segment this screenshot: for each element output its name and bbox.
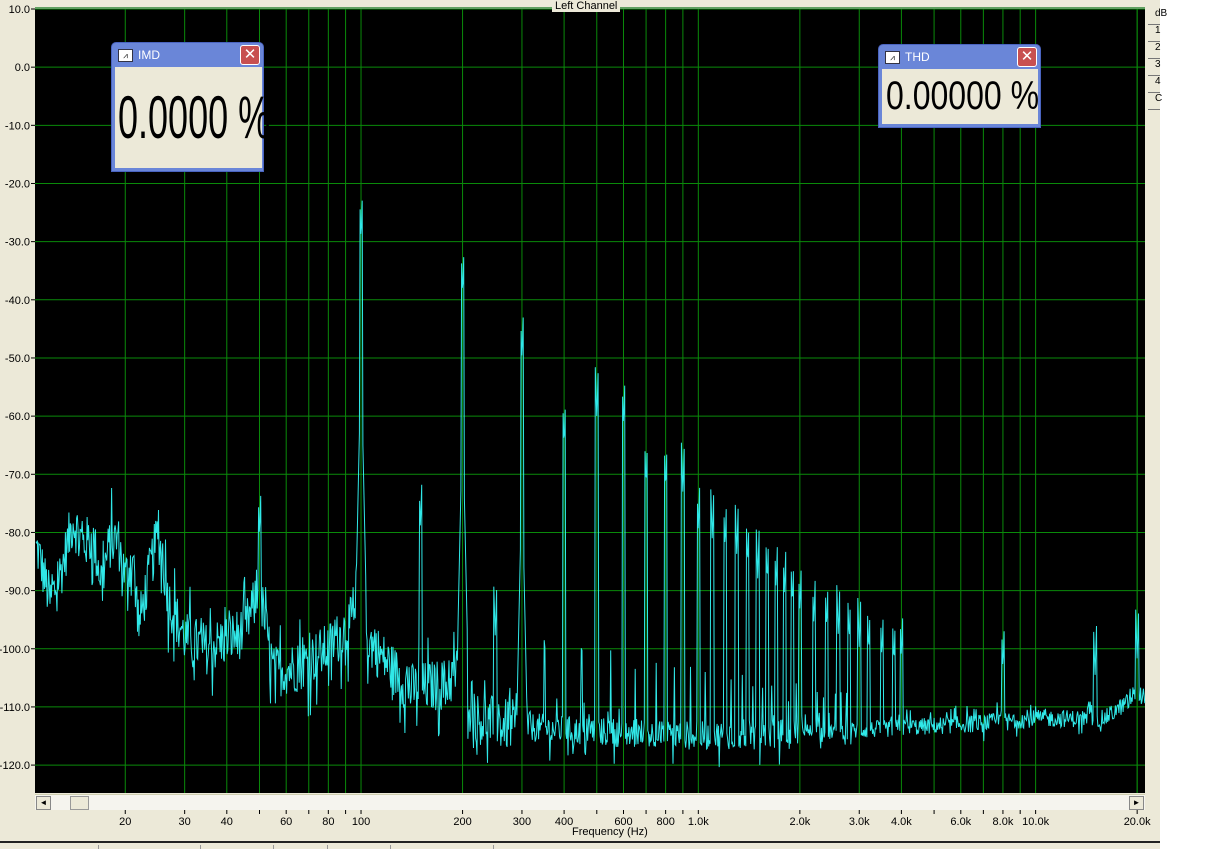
waveform-icon: ⩘	[118, 48, 133, 62]
y-tick-label: -120.0	[0, 760, 30, 772]
x-tick-label: 8.0k	[993, 816, 1014, 828]
y-tick-label: -110.0	[0, 702, 30, 714]
y-tick-label: -100.0	[0, 644, 30, 656]
x-tick-label: 20.0k	[1124, 816, 1151, 828]
status-divider	[200, 845, 201, 849]
x-tick-label: 80	[322, 816, 334, 828]
side-button-c[interactable]: C	[1148, 93, 1162, 110]
y-tick-label: -90.0	[5, 586, 30, 598]
imd-meter-window[interactable]: ⩘ IMD ✕ 0.0000 %	[111, 42, 270, 172]
y-tick-label: -80.0	[5, 527, 30, 539]
scroll-thumb[interactable]	[70, 796, 89, 810]
x-tick-label: 400	[555, 816, 573, 828]
status-divider	[390, 845, 391, 849]
y-tick-label: -20.0	[5, 178, 30, 190]
x-axis-title: Frequency (Hz)	[572, 826, 648, 838]
x-tick-label: 300	[513, 816, 531, 828]
side-button-1[interactable]: 1	[1148, 25, 1161, 42]
x-tick-label: 6.0k	[950, 816, 971, 828]
y-axis: 10.0 0.0 -10.0 -20.0 -30.0 -40.0 -50.0 -60.0 -70…	[0, 4, 35, 772]
x-tick-label: 3.0k	[849, 816, 870, 828]
x-tick-label: 40	[221, 816, 233, 828]
y-tick-label: -10.0	[5, 120, 30, 132]
imd-close-button[interactable]: ✕	[240, 45, 260, 65]
side-button-3[interactable]: 3	[1148, 59, 1161, 76]
horizontal-scrollbar[interactable]: ◄ ►	[35, 794, 1145, 810]
analyzer-window: Left Channel 10.0 0.0 -10.0 -20.0 -30.0 -40.0…	[0, 0, 1167, 849]
side-toolbar: dB 1 2 3 4 C	[1148, 8, 1167, 110]
status-bar	[0, 841, 1160, 843]
thd-close-button[interactable]: ✕	[1017, 47, 1037, 67]
scroll-right-button[interactable]: ►	[1129, 796, 1144, 810]
y-tick-label: -70.0	[5, 469, 30, 481]
x-tick-label: 30	[179, 816, 191, 828]
status-divider	[98, 845, 99, 849]
y-tick-label: -50.0	[5, 353, 30, 365]
side-button-2[interactable]: 2	[1148, 42, 1161, 59]
x-tick-label: 1.0k	[688, 816, 709, 828]
x-tick-label: 60	[280, 816, 292, 828]
side-button-db[interactable]: dB	[1148, 8, 1167, 25]
y-tick-label: 10.0	[9, 4, 30, 16]
thd-meter-window[interactable]: ⩘ THD ✕ 0.00000 %	[878, 44, 1041, 128]
y-tick-label: -40.0	[5, 295, 30, 307]
status-divider	[493, 845, 494, 849]
imd-title: IMD	[138, 48, 160, 62]
x-tick-label: 200	[453, 816, 471, 828]
x-tick-label: 10.0k	[1022, 816, 1049, 828]
chart-title: Left Channel	[552, 0, 621, 12]
y-tick-label: -60.0	[5, 411, 30, 423]
thd-title: THD	[905, 50, 930, 64]
thd-value: 0.00000 %	[882, 69, 1039, 124]
x-tick-label: 100	[352, 816, 370, 828]
scroll-left-button[interactable]: ◄	[36, 796, 51, 810]
x-tick-label: 4.0k	[891, 816, 912, 828]
y-tick-label: 0.0	[15, 62, 30, 74]
status-divider	[327, 845, 328, 849]
x-tick-label: 2.0k	[789, 816, 810, 828]
x-tick-label: 800	[656, 816, 674, 828]
status-divider	[273, 845, 274, 849]
y-tick-label: -30.0	[5, 237, 30, 249]
imd-value: 0.0000 %	[115, 67, 270, 168]
waveform-icon: ⩘	[885, 50, 900, 64]
side-button-4[interactable]: 4	[1148, 76, 1161, 93]
x-tick-label: 20	[119, 816, 131, 828]
